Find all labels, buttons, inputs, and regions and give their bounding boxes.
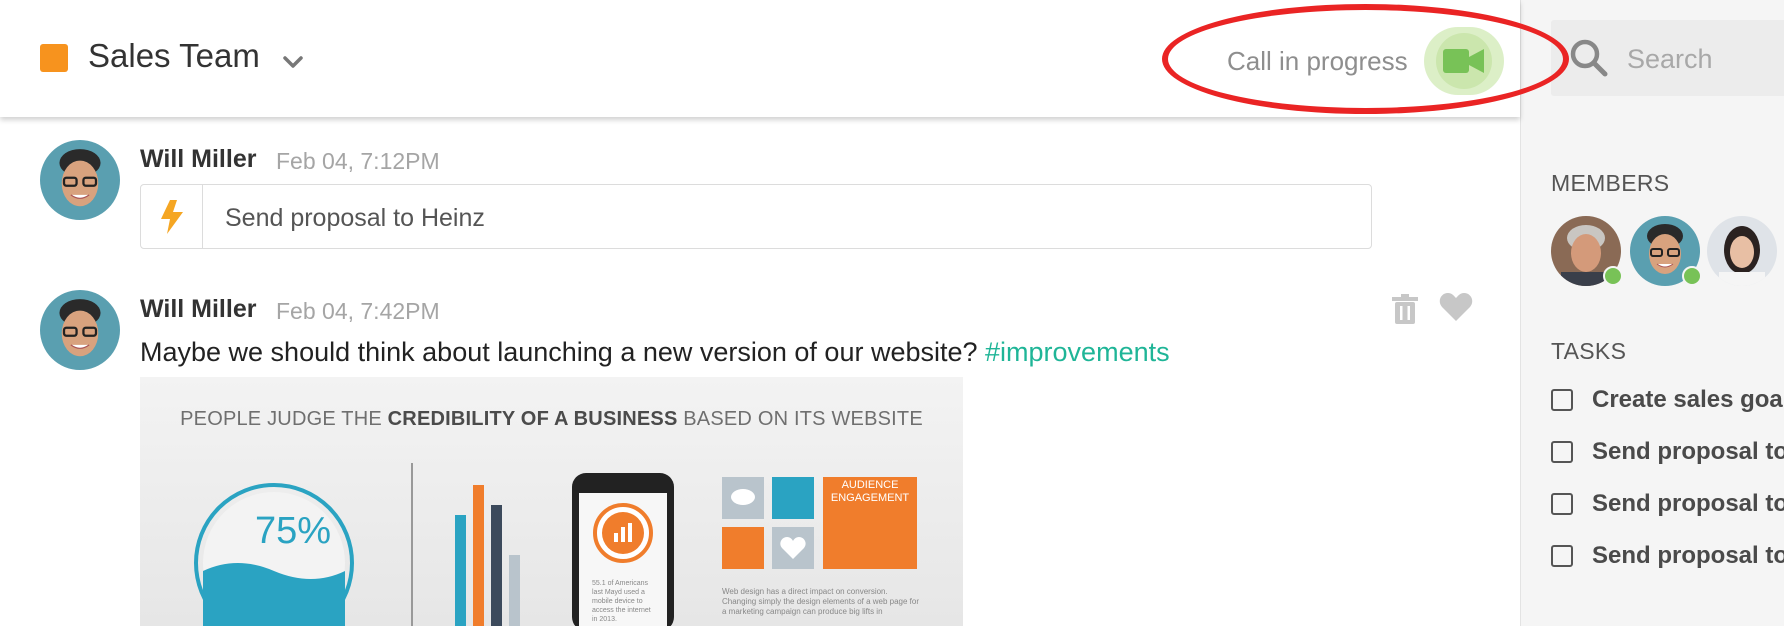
channel-header: Sales Team Call in progress [0, 0, 1520, 117]
trash-icon[interactable] [1392, 294, 1418, 324]
message-author[interactable]: Will Miller [140, 145, 256, 174]
task-card[interactable]: Send proposal to Heinz [140, 184, 1372, 249]
video-camera-icon [1443, 49, 1484, 73]
call-status-label: Call in progress [1227, 46, 1408, 76]
bar-graphic [455, 485, 520, 626]
channel-color-swatch [40, 44, 68, 72]
avatar[interactable] [40, 290, 120, 370]
avatar[interactable] [40, 140, 120, 220]
avatar [1707, 216, 1777, 286]
search-input[interactable]: Search [1627, 44, 1713, 75]
online-status-dot [1682, 266, 1702, 286]
infographic-title-bold: CREDIBILITY OF A BUSINESS [387, 408, 678, 430]
app-window: Sales Team Call in progress Search MEMBE… [0, 0, 1784, 626]
task-item[interactable]: Send proposal to [1551, 539, 1784, 573]
right-sidebar: Search MEMBERS TASKS Create sales goa Se… [1520, 0, 1784, 626]
task-label: Send proposal to [1592, 438, 1784, 465]
search-icon[interactable] [1569, 38, 1609, 78]
task-item[interactable]: Create sales goa [1551, 383, 1783, 417]
infographic-percentage: 75% [254, 510, 332, 552]
video-call-button-inner [1436, 33, 1492, 89]
task-item[interactable]: Send proposal to [1551, 487, 1784, 521]
task-card-text: Send proposal to Heinz [225, 204, 485, 232]
infographic-title: PEOPLE JUDGE THE CREDIBILITY OF A BUSINE… [140, 408, 963, 431]
task-label: Send proposal to [1592, 490, 1784, 517]
infographic-title-pre: PEOPLE JUDGE THE [180, 408, 382, 430]
heart-icon[interactable] [1439, 292, 1473, 322]
message-timestamp: Feb 04, 7:42PM [276, 298, 440, 324]
task-card-icon-cell [141, 185, 203, 248]
audience-engagement-label: AUDIENCE ENGAGEMENT [830, 479, 910, 504]
image-attachment[interactable]: PEOPLE JUDGE THE CREDIBILITY OF A BUSINE… [140, 377, 963, 626]
infographic-divider [411, 463, 413, 626]
message-body: Maybe we should think about launching a … [140, 337, 978, 367]
infographic-title-post: BASED ON ITS WEBSITE [683, 408, 923, 430]
tasks-heading: TASKS [1551, 338, 1627, 364]
task-checkbox[interactable] [1551, 493, 1573, 515]
member-avatar[interactable] [1630, 216, 1702, 286]
message-author[interactable]: Will Miller [140, 295, 256, 324]
video-call-button[interactable] [1424, 27, 1504, 95]
infographic-footer-text: Web design has a direct impact on conver… [722, 587, 920, 616]
task-checkbox[interactable] [1551, 389, 1573, 411]
member-avatar[interactable] [1707, 216, 1777, 286]
hashtag-link[interactable]: #improvements [985, 337, 1170, 367]
lightning-bolt-icon [160, 199, 183, 234]
task-item[interactable]: Send proposal to [1551, 435, 1784, 469]
message-text: Maybe we should think about launching a … [140, 337, 1170, 368]
members-heading: MEMBERS [1551, 170, 1670, 196]
task-label: Send proposal to [1592, 542, 1784, 569]
message-timestamp: Feb 04, 7:12PM [276, 148, 440, 174]
task-checkbox[interactable] [1551, 545, 1573, 567]
member-avatar[interactable] [1551, 216, 1623, 286]
channel-title[interactable]: Sales Team [88, 37, 260, 75]
task-checkbox[interactable] [1551, 441, 1573, 463]
phone-caption: 55.1 of Americans last Mayd used a mobil… [592, 580, 651, 623]
task-label: Create sales goa [1592, 386, 1783, 413]
online-status-dot [1603, 266, 1623, 286]
chevron-down-icon[interactable] [281, 50, 305, 74]
